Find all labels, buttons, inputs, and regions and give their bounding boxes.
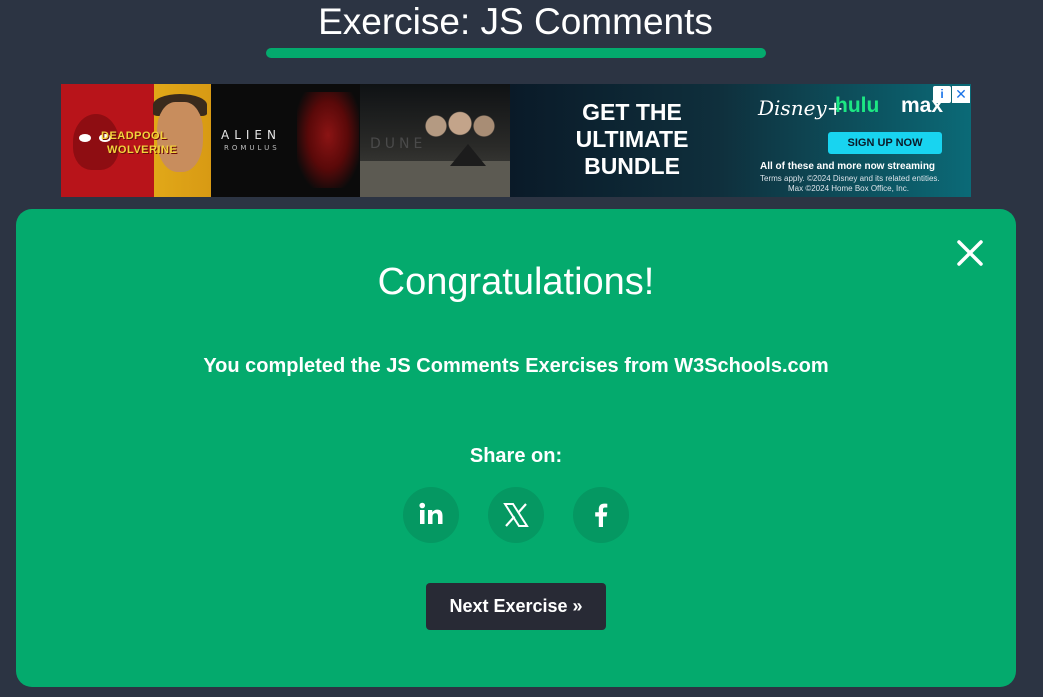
facebook-icon — [595, 503, 608, 527]
ad-panel-dune: DUNE — [360, 84, 510, 197]
ad-panel-title: DUNE — [370, 136, 427, 152]
ad-headline: GET THE ULTIMATE BUNDLE — [575, 99, 689, 179]
ad-legal-text: Terms apply. ©2024 Disney and its relate… — [760, 174, 940, 183]
ad-legal-text: Max ©2024 Home Box Office, Inc. — [788, 184, 909, 193]
page-title: Exercise: JS Comments — [318, 1, 713, 42]
close-icon[interactable]: ✕ — [952, 86, 970, 103]
disney-plus-logo: Disney+ — [758, 96, 844, 120]
deadpool-figure — [73, 114, 119, 170]
advertisement-banner[interactable]: DEADPOOL WOLVERINE ALIEN ROMULUS DUNE GE… — [61, 84, 971, 197]
linkedin-icon — [419, 502, 443, 524]
share-label: Share on: — [469, 445, 563, 467]
completion-message: You completed the JS Comments Exercises … — [203, 355, 829, 377]
x-icon — [503, 503, 529, 527]
ad-signup-button[interactable]: SIGN UP NOW — [828, 132, 942, 154]
ad-panel-deadpool: DEADPOOL WOLVERINE — [61, 84, 211, 197]
ad-panel-text: WOLVERINE — [107, 144, 178, 156]
ad-panel-text: DEADPOOL — [101, 130, 168, 142]
title-underline — [266, 48, 766, 58]
ad-panel-subtitle: ROMULUS — [224, 144, 280, 152]
info-icon[interactable]: i — [933, 86, 951, 103]
congratulations-modal: Congratulations! You completed the JS Co… — [16, 209, 1016, 687]
modal-title: Congratulations! — [377, 261, 655, 303]
dune-ground — [360, 161, 510, 197]
share-facebook-button[interactable] — [573, 487, 629, 543]
deadpool-eye — [79, 134, 91, 142]
alien-image — [297, 92, 359, 188]
share-x-button[interactable] — [488, 487, 544, 543]
ad-tagline: All of these and more now streaming — [760, 161, 936, 172]
ad-panel-alien: ALIEN ROMULUS — [211, 84, 360, 197]
ad-panel-title: ALIEN — [221, 128, 281, 142]
ad-panel-bundle: GET THE ULTIMATE BUNDLE Disney+ hulu max… — [510, 84, 971, 197]
dune-characters-image — [420, 100, 500, 152]
hulu-logo: hulu — [835, 94, 880, 117]
next-exercise-button[interactable]: Next Exercise » — [426, 583, 606, 630]
share-linkedin-button[interactable] — [403, 487, 459, 543]
